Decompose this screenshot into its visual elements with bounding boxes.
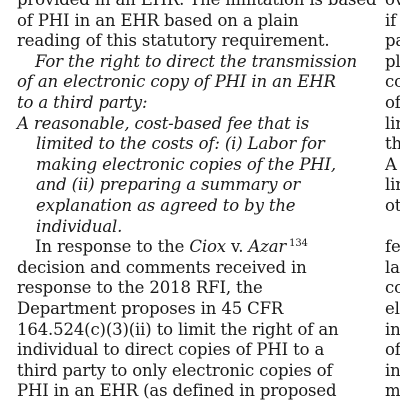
italic-text-line: and (ii) preparing a summary or (36, 175, 301, 195)
text-line: of PHI in an EHR based on a plain (17, 10, 299, 30)
text-fragment (385, 217, 400, 238)
text-fragment: pl (385, 51, 400, 71)
text-fragment: of (385, 92, 400, 112)
text-fragment: in (385, 319, 400, 339)
italic-text-line: explanation as agreed to by the (36, 195, 296, 215)
versus-abbreviation: v. (225, 237, 249, 257)
text-fragment: ot (385, 195, 400, 215)
text-line-with-case-citation: In response to the Ciox v. Azar 134 (17, 237, 377, 258)
case-party-name: Azar (248, 237, 287, 257)
text-line: reading of this statutory requirement. (17, 31, 330, 51)
text-fragment: In response to the (35, 237, 190, 257)
text-line: individual to direct copies of PHI to a (17, 340, 325, 360)
text-line: decision and comments received in (17, 257, 307, 277)
text-fragment: pa (385, 31, 400, 51)
text-fragment: A (385, 154, 397, 174)
text-fragment: ov (385, 0, 400, 11)
text-fragment: lin (385, 175, 400, 195)
text-fragment: of (385, 340, 400, 360)
text-fragment: el (385, 298, 400, 318)
text-line: 164.524(c)(3)(ii) to limit the right of … (17, 319, 339, 339)
right-text-column: ov if pa pl co of lin th A lin ot fe la … (385, 0, 400, 400)
italic-text-line: of an electronic copy of PHI in an EHR (17, 72, 336, 92)
main-text-column: provided in an EHR. The limitation is ba… (17, 0, 377, 400)
text-line: response to the 2018 RFI, the (17, 278, 263, 298)
text-fragment: in (385, 360, 400, 380)
text-fragment: th (385, 134, 400, 154)
italic-text-line: making electronic copies of the PHI, (36, 154, 336, 174)
italic-text-line: individual. (36, 216, 123, 236)
text-fragment: fe (385, 237, 400, 257)
text-fragment: co (385, 278, 400, 298)
text-fragment: lin (385, 113, 400, 133)
text-fragment: m (385, 381, 400, 400)
case-party-name: Ciox (189, 237, 226, 257)
text-line: Department proposes in 45 CFR (17, 298, 284, 318)
footnote-reference: 134 (289, 238, 308, 250)
text-fragment: la (385, 257, 400, 277)
text-fragment: co (385, 72, 400, 92)
text-line: PHI in an EHR (as defined in proposed (17, 381, 337, 400)
text-fragment: if (385, 10, 397, 30)
italic-text-line: A reasonable, cost-based fee that is (17, 113, 310, 133)
text-line: provided in an EHR. The limitation is ba… (17, 0, 377, 11)
text-line: third party to only electronic copies of (17, 360, 333, 380)
italic-text-line: For the right to direct the transmission (35, 51, 357, 71)
italic-text-line: limited to the costs of: (i) Labor for (36, 134, 325, 154)
italic-text-line: to a third party: (17, 92, 148, 112)
